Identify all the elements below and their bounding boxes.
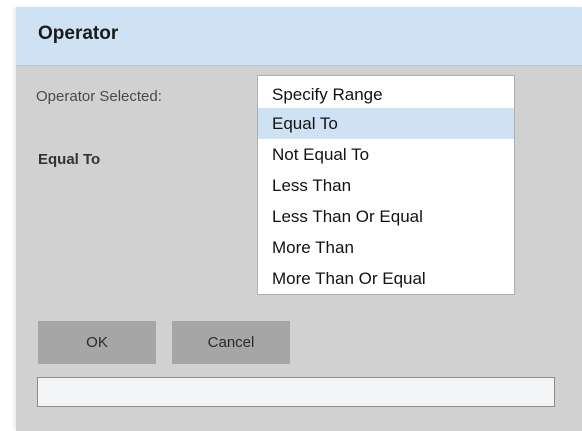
operator-option-more-than[interactable]: More Than: [258, 232, 514, 263]
operator-option-more-than-or-equal[interactable]: More Than Or Equal: [258, 263, 514, 294]
operator-dialog: Operator Operator Selected: Equal To Spe…: [16, 7, 582, 431]
operator-option-equal-to[interactable]: Equal To: [258, 108, 514, 139]
operator-listbox[interactable]: Specify Range Equal To Not Equal To Less…: [257, 75, 515, 295]
operator-option-not-equal-to[interactable]: Not Equal To: [258, 139, 514, 170]
cancel-button[interactable]: Cancel: [172, 321, 290, 364]
operator-selected-label: Operator Selected:: [36, 88, 162, 105]
dialog-title: Operator: [38, 23, 119, 44]
operator-option-less-than[interactable]: Less Than: [258, 170, 514, 201]
selected-operator-value: Equal To: [38, 151, 101, 168]
message-field[interactable]: [37, 377, 555, 407]
dialog-title-bar: Operator: [16, 7, 582, 66]
ok-button[interactable]: OK: [38, 321, 156, 364]
operator-option-less-than-or-equal[interactable]: Less Than Or Equal: [258, 201, 514, 232]
operator-option-specify-range[interactable]: Specify Range: [258, 76, 514, 108]
